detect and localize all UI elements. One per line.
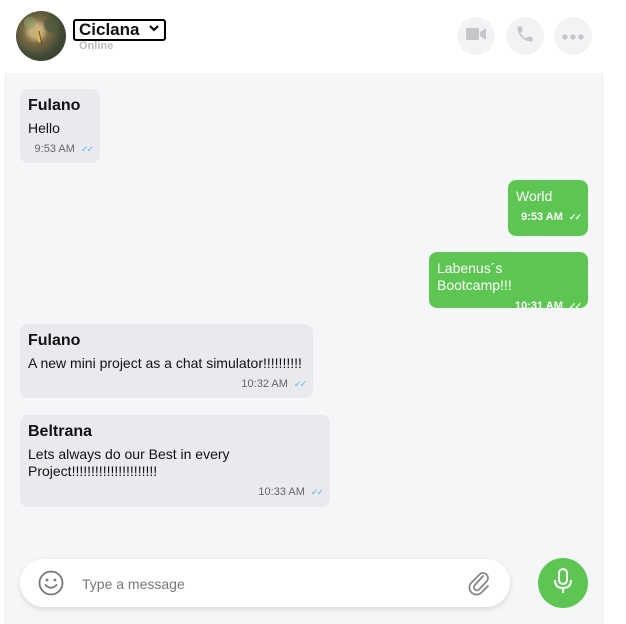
message-input[interactable] [80,571,444,597]
message-bubble: Fulano Hello 9:53 AM ✓✓ [20,89,100,163]
read-tick-icon: ✓✓ [80,143,94,154]
smiley-icon[interactable] [38,570,64,601]
message-meta: 10:32 AM ✓✓ [28,378,307,390]
read-tick-icon: ✓✓ [568,300,582,311]
message-meta: 10:33 AM ✓✓ [28,486,324,498]
message-time: 10:33 AM [258,486,305,498]
message-bubble: World 9:53 AM ✓✓ [508,180,588,236]
paperclip-icon[interactable] [466,570,492,601]
more-options-button[interactable] [554,17,592,55]
message-sender: Fulano [28,97,81,114]
message-bubble: Labenus´s Bootcamp!!! 10:31 AM ✓✓ [429,252,588,312]
message-text: World [516,188,553,204]
message-sender: Fulano [28,332,81,349]
phone-icon [515,24,535,49]
microphone-icon [551,567,575,600]
chat-area[interactable]: Fulano Hello 9:53 AM ✓✓ World 9:53 AM ✓✓… [4,73,604,624]
message-text: Labenus´s Bootcamp!!! [437,260,512,293]
contact-name: Ciclana [79,20,140,39]
contact-status: Online [79,40,114,52]
contact-avatar[interactable] [16,11,66,61]
message-text: A new mini project as a chat simulator!!… [28,355,302,371]
message-text: Hello [28,120,60,136]
message-meta: 9:53 AM ✓✓ [28,143,94,155]
record-voice-button[interactable] [538,558,588,608]
voice-call-button[interactable] [506,17,544,55]
contact-select[interactable]: Ciclana [73,19,166,41]
message-time: 9:53 AM [34,143,75,155]
message-bubble: Fulano A new mini project as a chat simu… [20,324,313,398]
message-sender: Beltrana [28,423,93,440]
message-time: 10:32 AM [241,378,288,390]
more-dots-icon [562,27,584,45]
read-tick-icon: ✓✓ [310,486,324,497]
message-meta: 10:31 AM ✓✓ [437,300,582,312]
message-bubble: Beltrana Lets always do our Best in ever… [20,415,330,507]
message-time: 9:53 AM [521,211,563,223]
message-composer [20,559,510,607]
video-camera-icon [465,26,487,47]
chevron-down-icon [148,22,160,37]
message-meta: 9:53 AM ✓✓ [516,211,582,223]
message-text: Lets always do our Best in every Project… [28,446,230,479]
video-call-button[interactable] [457,17,495,55]
read-tick-icon: ✓✓ [293,378,307,389]
message-time: 10:31 AM [515,300,563,312]
read-tick-icon: ✓✓ [568,211,582,222]
chat-header: Ciclana Online [0,0,626,72]
